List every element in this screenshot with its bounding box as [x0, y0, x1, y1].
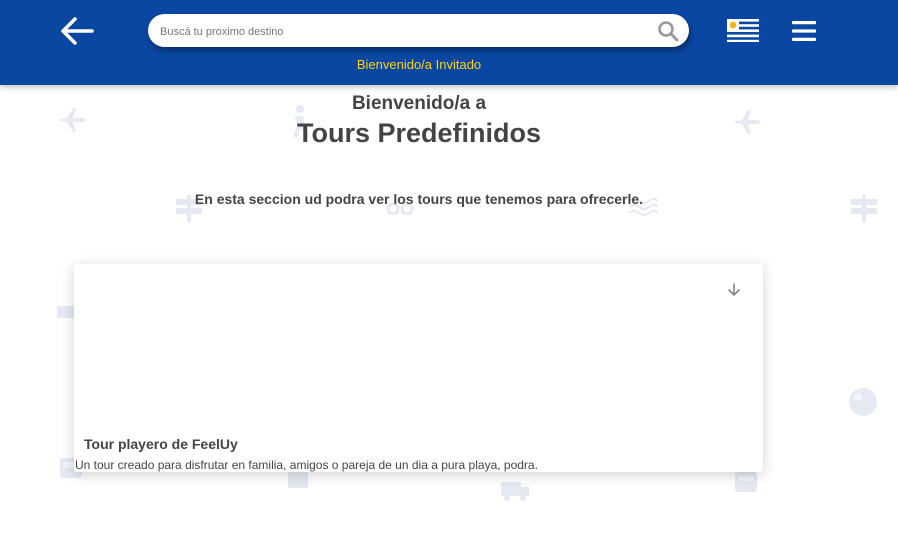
tram-icon	[735, 472, 757, 492]
search-box	[148, 14, 689, 49]
back-arrow-icon[interactable]	[58, 14, 96, 48]
page-subtitle: Bienvenido/a a	[351, 93, 487, 114]
signpost-icon	[851, 195, 877, 222]
uruguay-flag-icon[interactable]	[727, 19, 759, 42]
page-title: Tours Predefinidos	[296, 118, 542, 148]
hamburger-menu-icon[interactable]	[791, 20, 817, 42]
tour-title: Tour playero de FeelUy	[84, 436, 238, 452]
intro-text: En esta seccion ud podra ver los tours q…	[194, 191, 644, 207]
bus-icon	[57, 306, 75, 318]
tour-description: Un tour creado para disfrutar en familia…	[75, 458, 538, 472]
arrow-down-icon[interactable]	[727, 282, 741, 298]
van-icon	[501, 482, 529, 501]
beach-ball-icon	[849, 388, 877, 416]
search-icon[interactable]	[657, 20, 679, 42]
welcome-user-text: Bienvenido/a Invitado	[356, 57, 482, 72]
top-navigation-bar: Bienvenido/a Invitado	[0, 0, 898, 85]
tour-card[interactable]: Tour playero de FeelUy Un tour creado pa…	[74, 264, 763, 472]
search-input[interactable]	[158, 14, 652, 49]
house-icon	[288, 472, 308, 488]
